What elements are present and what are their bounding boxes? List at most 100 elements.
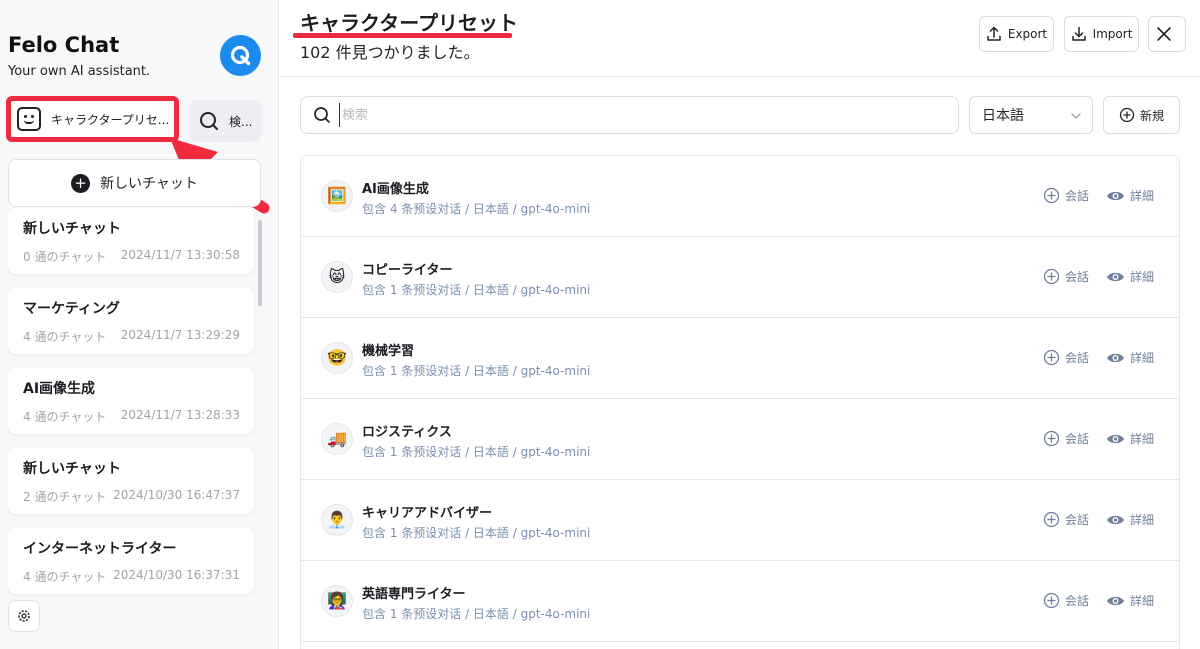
preset-row: 🚚 ロジスティクス 包含 1 条预设对话 / 日本語 / gpt-4o-mini… — [301, 399, 1179, 480]
chat-title: インターネットライター — [23, 541, 177, 557]
sidebar: Felo Chat Your own AI assistant. キャラクタープ… — [0, 0, 279, 649]
chat-date: 2024/11/7 13:30:58 — [120, 248, 240, 262]
gear-icon — [18, 610, 30, 622]
preset-chat-button[interactable]: 会話 — [1043, 187, 1089, 204]
preset-chat-button[interactable]: 会話 — [1043, 349, 1089, 366]
result-count: 102 件見つかりました。 — [300, 43, 480, 62]
chat-title: マーケティング — [23, 301, 120, 317]
chat-count: 4 通のチャット — [23, 410, 107, 424]
new-chat-button[interactable]: + 新しいチャット — [8, 159, 261, 207]
preset-avatar-icon: 🖼️ — [321, 180, 353, 212]
header-divider — [280, 76, 1200, 77]
plus-circle-icon — [1043, 511, 1060, 528]
preset-chat-label: 会話 — [1065, 513, 1090, 527]
preset-name: コピーライター — [362, 263, 453, 278]
preset-name: キャリアアドバイザー — [362, 506, 493, 521]
sidebar-search-label: 検... — [229, 114, 253, 129]
preset-name: AI画像生成 — [362, 182, 429, 197]
new-preset-button[interactable]: 新規 — [1103, 96, 1180, 134]
preset-detail-button[interactable]: 詳細 — [1106, 349, 1154, 366]
preset-detail-button[interactable]: 詳細 — [1106, 430, 1154, 447]
new-chat-label: 新しいチャット — [100, 176, 198, 192]
preset-chat-label: 会話 — [1065, 270, 1090, 284]
search-icon — [200, 112, 218, 130]
plus-circle-icon — [1043, 268, 1060, 285]
chat-list-scrollbar[interactable] — [258, 220, 262, 306]
chat-count: 4 通のチャット — [23, 570, 107, 584]
preset-row: 🖼️ AI画像生成 包含 4 条预设对话 / 日本語 / gpt-4o-mini… — [301, 156, 1179, 237]
preset-avatar-icon: 👩‍🏫 — [321, 585, 353, 617]
new-preset-label: 新規 — [1139, 108, 1164, 123]
preset-name: 英語専門ライター — [362, 587, 466, 602]
preset-detail-label: 詳細 — [1130, 351, 1155, 365]
preset-detail-button[interactable]: 詳細 — [1106, 592, 1154, 609]
eye-icon — [1107, 191, 1124, 200]
preset-row: 🤓 機械学習 包含 1 条预设对话 / 日本語 / gpt-4o-mini 会話… — [301, 318, 1179, 399]
preset-detail-label: 詳細 — [1130, 270, 1155, 284]
close-button[interactable] — [1148, 16, 1186, 52]
download-icon — [1071, 26, 1086, 41]
chat-history-item[interactable]: 新しいチャット 2 通のチャット 2024/10/30 16:47:37 — [8, 448, 254, 514]
preset-chat-button[interactable]: 会話 — [1043, 592, 1089, 609]
chat-title: 新しいチャット — [23, 461, 121, 477]
eye-icon — [1107, 434, 1124, 443]
chevron-down-icon — [1071, 113, 1081, 119]
close-icon — [1157, 27, 1171, 41]
plus-circle-icon — [1043, 349, 1060, 366]
preset-meta: 包含 1 条预设对话 / 日本語 / gpt-4o-mini — [362, 607, 591, 621]
import-label: Import — [1092, 27, 1133, 41]
preset-chat-button[interactable]: 会話 — [1043, 511, 1089, 528]
preset-search-field[interactable] — [300, 96, 959, 134]
preset-detail-button[interactable]: 詳細 — [1106, 187, 1154, 204]
page-title: キャラクタープリセット — [300, 11, 518, 35]
preset-avatar-icon: 🚚 — [321, 423, 353, 455]
character-preset-button[interactable]: キャラクタープリセ... — [6, 96, 179, 142]
plus-circle-icon — [1043, 430, 1060, 447]
preset-chat-label: 会話 — [1065, 189, 1090, 203]
brand-subtitle: Your own AI assistant. — [8, 64, 151, 79]
export-button[interactable]: Export — [979, 16, 1054, 52]
language-value: 日本語 — [982, 108, 1024, 124]
chat-history-item[interactable]: AI画像生成 4 通のチャット 2024/11/7 13:28:33 — [8, 368, 254, 434]
plus-circle-icon — [1043, 187, 1060, 204]
preset-avatar-icon: 😸 — [321, 261, 353, 293]
preset-detail-label: 詳細 — [1130, 189, 1155, 203]
language-select[interactable]: 日本語 — [969, 96, 1093, 134]
plus-circle-icon — [1119, 107, 1135, 123]
eye-icon — [1107, 515, 1124, 524]
preset-chat-button[interactable]: 会話 — [1043, 268, 1089, 285]
settings-button[interactable] — [8, 600, 40, 632]
eye-icon — [1107, 272, 1124, 281]
chat-title: AI画像生成 — [23, 381, 96, 397]
chat-count: 0 通のチャット — [23, 250, 107, 264]
import-button[interactable]: Import — [1064, 16, 1139, 52]
preset-avatar-icon: 🤓 — [321, 342, 353, 374]
preset-name: ロジスティクス — [362, 425, 452, 440]
chat-history-item[interactable]: マーケティング 4 通のチャット 2024/11/7 13:29:29 — [8, 288, 254, 354]
eye-icon — [1107, 353, 1124, 362]
chat-history-item[interactable]: 新しいチャット 0 通のチャット 2024/11/7 13:30:58 — [8, 208, 254, 274]
preset-meta: 包含 1 条预设对话 / 日本語 / gpt-4o-mini — [362, 283, 591, 297]
preset-list: 🖼️ AI画像生成 包含 4 条预设对话 / 日本語 / gpt-4o-mini… — [300, 155, 1180, 649]
chat-history-item[interactable]: インターネットライター 4 通のチャット 2024/10/30 16:37:31 — [8, 528, 254, 594]
chat-date: 2024/10/30 16:37:31 — [113, 568, 240, 582]
chat-date: 2024/11/7 13:28:33 — [120, 408, 240, 422]
export-label: Export — [1007, 27, 1048, 41]
search-icon — [314, 107, 330, 123]
preset-detail-button[interactable]: 詳細 — [1106, 511, 1154, 528]
felo-logo-icon[interactable] — [220, 35, 261, 76]
upload-icon — [987, 26, 1001, 41]
preset-detail-button[interactable]: 詳細 — [1106, 268, 1154, 285]
chat-count: 2 通のチャット — [23, 490, 107, 504]
preset-chat-label: 会話 — [1065, 594, 1090, 608]
preset-meta: 包含 1 条预设对话 / 日本語 / gpt-4o-mini — [362, 526, 591, 540]
preset-row: 👨‍💼 キャリアアドバイザー 包含 1 条预设对话 / 日本語 / gpt-4o… — [301, 480, 1179, 561]
preset-detail-label: 詳細 — [1130, 594, 1155, 608]
title-highlight-underline — [293, 33, 512, 38]
preset-search-input[interactable] — [339, 103, 899, 127]
plus-circle-icon: + — [71, 173, 91, 193]
preset-chat-label: 会話 — [1065, 351, 1090, 365]
preset-row: 😸 コピーライター 包含 1 条预设对话 / 日本語 / gpt-4o-mini… — [301, 237, 1179, 318]
chat-date: 2024/10/30 16:47:37 — [113, 488, 240, 502]
preset-chat-button[interactable]: 会話 — [1043, 430, 1089, 447]
